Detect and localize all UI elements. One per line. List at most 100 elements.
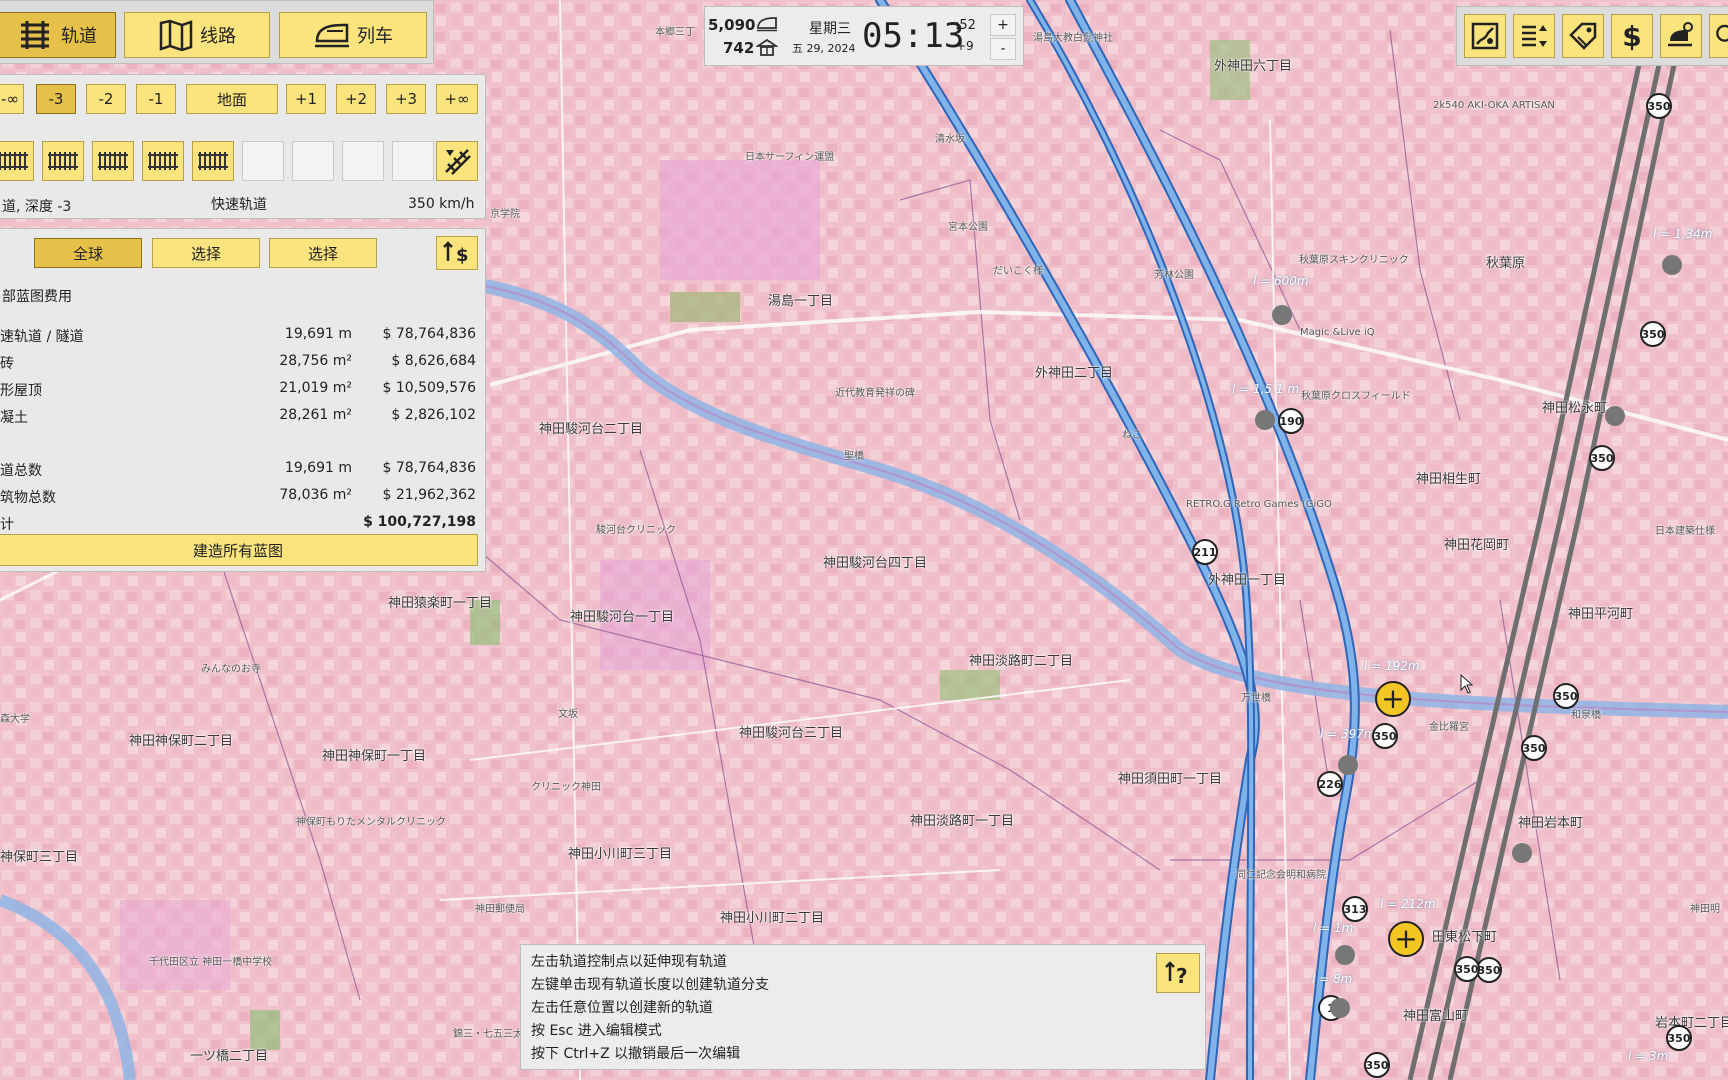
route-speed-badge[interactable]: 350 <box>1372 723 1398 749</box>
map-label: 神田淡路町二丁目 <box>969 654 1074 669</box>
rail-build-button[interactable] <box>1660 14 1702 58</box>
map-label: l = 8m <box>1312 972 1353 986</box>
cost-label: 速轨道 / 隧道 <box>0 329 84 345</box>
empty-track-slot[interactable] <box>292 141 334 181</box>
route-speed-badge[interactable]: 350 <box>1640 321 1666 347</box>
track-type-tile[interactable] <box>192 141 234 181</box>
help-toggle-button[interactable]: ? <box>1156 953 1200 993</box>
track-node[interactable] <box>1338 755 1358 775</box>
track-junction-add-icon[interactable]: + <box>1375 681 1411 717</box>
track-junction-add-icon[interactable]: + <box>1388 921 1424 957</box>
map-label: 日本サーフィン運盟 <box>745 152 835 163</box>
cost-sort-button[interactable]: $ <box>436 236 478 270</box>
blueprint-map-button[interactable] <box>1464 14 1506 58</box>
map-label: 外神田二丁目 <box>1035 366 1114 381</box>
map-label: 一ツ橋二丁目 <box>190 1049 269 1064</box>
depth-level-button[interactable]: +2 <box>336 84 376 114</box>
map-label: 神田相生町 <box>1416 472 1482 487</box>
build-all-blueprints-button[interactable]: 建造所有蓝图 <box>0 534 478 566</box>
hint-line: 左键单击现有轨道长度以创建轨道分支 <box>531 977 769 993</box>
depth-level-button[interactable]: -2 <box>86 84 126 114</box>
map-label: 神田神保町二丁目 <box>129 734 234 749</box>
route-speed-badge[interactable]: 313 <box>1342 896 1368 922</box>
map-label: 神田猿楽町一丁目 <box>388 596 493 611</box>
sort-dollar-icon: $ <box>443 241 469 265</box>
route-speed-badge[interactable]: 350 <box>1454 956 1480 982</box>
map-label: クリニック神田 <box>531 782 601 793</box>
speed-up-button[interactable]: + <box>990 14 1016 36</box>
empty-track-slot[interactable] <box>342 141 384 181</box>
sort-list-button[interactable] <box>1513 14 1555 58</box>
scope-select-button-2[interactable]: 选择 <box>269 238 377 268</box>
hint-line: 左击轨道控制点以延伸现有轨道 <box>531 954 727 970</box>
station-count-icon <box>756 38 778 56</box>
speed-down-button[interactable]: - <box>990 38 1016 60</box>
depth-level-label: -∞ <box>1 90 19 108</box>
cost-panel-title: 部蓝图费用 <box>2 289 72 305</box>
route-speed-badge[interactable]: 350 <box>1553 683 1579 709</box>
finance-button[interactable]: $ <box>1611 14 1653 58</box>
empty-track-slot[interactable] <box>392 141 434 181</box>
track-type-tile[interactable] <box>142 141 184 181</box>
map-label: 田東松下町 <box>1432 930 1498 945</box>
map-label: 神田明 <box>1690 904 1720 915</box>
depth-level-button[interactable]: -1 <box>136 84 176 114</box>
track-node[interactable] <box>1330 998 1350 1018</box>
rail-build-icon <box>1668 22 1693 47</box>
track-node[interactable] <box>1662 255 1682 275</box>
route-speed-badge[interactable]: 350 <box>1521 735 1547 761</box>
track-node[interactable] <box>1605 406 1625 426</box>
map-label: 清水坂 <box>935 134 965 145</box>
route-speed-badge[interactable]: 350 <box>1646 93 1672 119</box>
map-label: 岩本町二丁目 <box>1655 1016 1728 1031</box>
scope-global-button[interactable]: 全球 <box>34 238 142 268</box>
track-type-tile[interactable] <box>0 141 34 181</box>
depth-level-button[interactable]: +∞ <box>436 84 478 114</box>
svg-text:$: $ <box>456 245 469 265</box>
cost-row: 砖 28,756 m² $ 8,626,684 <box>0 353 482 375</box>
cost-qty: 78,036 m² <box>279 487 352 503</box>
route-speed-badge[interactable]: 350 <box>1589 445 1615 471</box>
map-label: Magic &Live iQ <box>1300 327 1375 338</box>
empty-track-slot[interactable] <box>242 141 284 181</box>
track-segment-icon <box>0 152 28 170</box>
map-label: l = 1m <box>1313 921 1354 935</box>
route-speed-badge[interactable]: 350 <box>1666 1025 1692 1051</box>
track-type-tile[interactable] <box>42 141 84 181</box>
tab-track[interactable]: 轨道 <box>0 12 116 58</box>
depth-level-button[interactable]: 地面 <box>186 84 278 114</box>
game-speed: +9 <box>956 39 974 53</box>
depth-level-button[interactable]: -3 <box>36 84 76 114</box>
track-node[interactable] <box>1272 305 1292 325</box>
track-node[interactable] <box>1335 945 1355 965</box>
cost-qty: 28,756 m² <box>279 353 352 369</box>
tab-routes[interactable]: 线路 <box>124 12 270 58</box>
tab-trains[interactable]: 列车 <box>279 12 427 58</box>
depth-level-button[interactable]: +3 <box>386 84 426 114</box>
auto-build-button[interactable] <box>436 141 478 181</box>
map-label: 万世橋 <box>1241 693 1271 704</box>
map-label: ねこ <box>1122 430 1142 441</box>
track-type-tile[interactable] <box>92 141 134 181</box>
depth-level-button[interactable]: +1 <box>286 84 326 114</box>
scope-select-button[interactable]: 选择 <box>152 238 260 268</box>
map-label: 秋葉原 <box>1486 256 1526 271</box>
map-label: 外神田六丁目 <box>1214 59 1293 74</box>
route-speed-badge[interactable]: 350 <box>1364 1052 1390 1078</box>
help-question-icon: ? <box>1165 961 1188 987</box>
search-button[interactable] <box>1709 14 1728 58</box>
route-speed-badge[interactable]: 190 <box>1278 408 1304 434</box>
map-label: l = 192m <box>1364 659 1420 673</box>
track-node[interactable] <box>1512 843 1532 863</box>
depth-level-button[interactable]: -∞ <box>0 84 24 114</box>
track-node[interactable] <box>1255 410 1275 430</box>
weekday: 星期三 <box>809 21 851 37</box>
route-speed-badge[interactable]: 211 <box>1192 539 1218 565</box>
route-speed-badge[interactable]: 226 <box>1317 771 1343 797</box>
cost-cost: $ 78,764,836 <box>382 326 476 342</box>
cost-row: 形屋顶 21,019 m² $ 10,509,576 <box>0 380 482 402</box>
price-tag-button[interactable] <box>1562 14 1604 58</box>
map-label: 湯島大教白髭神社 <box>1033 33 1113 44</box>
speed-down-label: - <box>1000 41 1006 57</box>
map-label: 神田小川町二丁目 <box>720 911 825 926</box>
